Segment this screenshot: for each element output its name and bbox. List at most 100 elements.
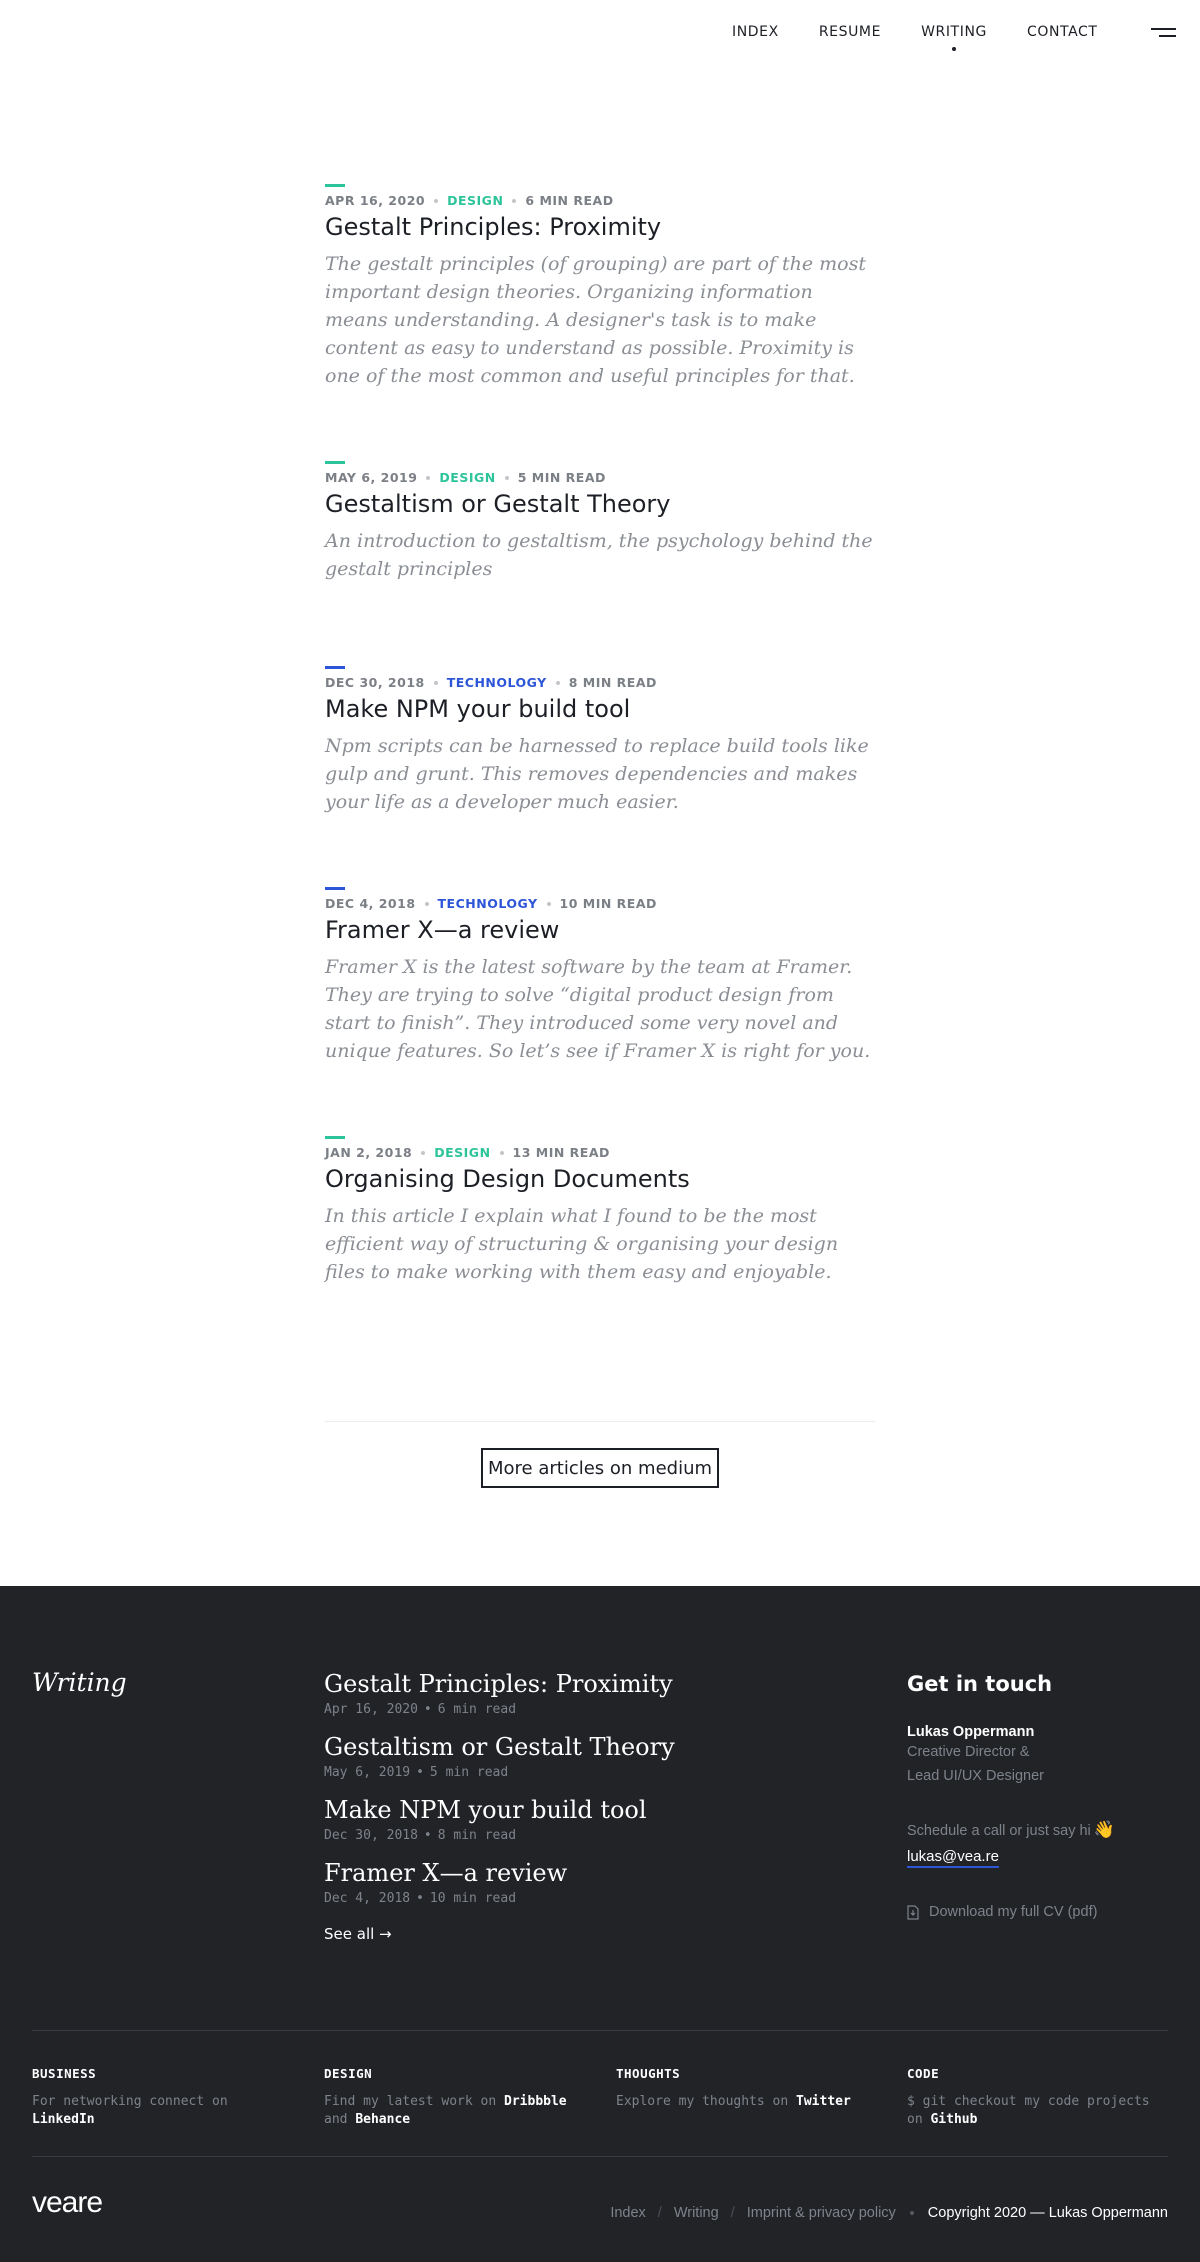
article-title[interactable]: Framer X—a review xyxy=(325,915,875,945)
category-accent-bar xyxy=(325,666,345,669)
contact-heading: Get in touch xyxy=(907,1672,1053,1696)
behance-link[interactable]: Behance xyxy=(355,2112,410,2127)
article-item[interactable]: DEC 4, 2018 TECHNOLOGY 10 MIN READ Framer … xyxy=(325,887,875,1065)
schedule-text: Schedule a call or just say hi 👋 xyxy=(907,1820,1167,1840)
article-category[interactable]: DESIGN xyxy=(447,193,503,208)
footer-col-thoughts: THOUGHTS Explore my thoughts on Twitter xyxy=(616,2066,876,2111)
nav-resume[interactable]: RESUME xyxy=(819,24,881,40)
article-title[interactable]: Gestaltism or Gestalt Theory xyxy=(325,489,875,519)
footer-post-item[interactable]: Gestalt Principles: Proximity Apr 16, 20… xyxy=(324,1670,824,1733)
footer-post-date: Apr 16, 2020 xyxy=(324,1702,418,1717)
footer-col-design: DESIGN Find my latest work on Dribbble a… xyxy=(324,2066,584,2129)
article-item[interactable]: JAN 2, 2018 DESIGN 13 MIN READ Organising … xyxy=(325,1136,875,1286)
more-articles-button[interactable]: More articles on medium xyxy=(481,1448,719,1488)
meta-dot-icon xyxy=(555,680,560,685)
footer-bottom-links: Index / Writing / Imprint & privacy poli… xyxy=(610,2205,1168,2221)
meta-dot-icon xyxy=(426,475,431,480)
article-excerpt: An introduction to gestaltism, the psych… xyxy=(325,530,873,580)
nav-index[interactable]: INDEX xyxy=(732,24,779,40)
copyright-text: Copyright 2020 — Lukas Oppermann xyxy=(927,2205,1168,2221)
article-item[interactable]: DEC 30, 2018 TECHNOLOGY 8 MIN READ Make NP… xyxy=(325,666,875,816)
footer-col-heading: BUSINESS xyxy=(32,2066,97,2081)
article-meta: MAY 6, 2019 DESIGN 5 MIN READ xyxy=(325,470,875,485)
article-read-time: 8 MIN READ xyxy=(568,675,657,690)
linkedin-link[interactable]: LinkedIn xyxy=(32,2112,95,2127)
footer-col-text: Find my latest work on Dribbble and Beha… xyxy=(324,2094,567,2127)
footer-col-heading: CODE xyxy=(907,2066,940,2081)
meta-separator: • xyxy=(423,1702,432,1717)
footer-col-business: BUSINESS For networking connect on Linke… xyxy=(32,2066,292,2129)
meta-dot-icon xyxy=(424,901,429,906)
meta-separator: • xyxy=(416,1765,424,1780)
footer-col-heading: DESIGN xyxy=(324,2066,373,2081)
footer-post-item[interactable]: Make NPM your build tool Dec 30, 2018 • 8 … xyxy=(324,1796,824,1859)
footer-post-date: Dec 4, 2018 xyxy=(324,1891,411,1906)
article-title[interactable]: Gestalt Principles: Proximity xyxy=(325,212,875,242)
meta-separator: • xyxy=(416,1891,424,1906)
article-read-time: 10 MIN READ xyxy=(559,896,657,911)
footer-link-imprint[interactable]: Imprint & privacy policy xyxy=(747,2205,896,2221)
contact-name: Lukas Oppermann xyxy=(907,1724,1035,1740)
main-nav: INDEX RESUME WRITING CONTACT xyxy=(732,24,1138,51)
article-read-time: 5 MIN READ xyxy=(517,470,606,485)
footer-link-writing[interactable]: Writing xyxy=(674,2205,719,2221)
article-item[interactable]: MAY 6, 2019 DESIGN 5 MIN READ Gestaltism o… xyxy=(325,461,875,583)
article-item[interactable]: APR 16, 2020 DESIGN 6 MIN READ Gestalt Pri… xyxy=(325,184,875,390)
article-category[interactable]: TECHNOLOGY xyxy=(447,675,547,690)
waving-hand-icon: 👋 xyxy=(1093,1820,1115,1839)
article-category[interactable]: DESIGN xyxy=(439,470,495,485)
footer-post-item[interactable]: Gestaltism or Gestalt Theory May 6, 2019… xyxy=(324,1733,824,1796)
contact-block: Get in touch Lukas Oppermann Creative Di… xyxy=(907,1672,1167,1920)
separator-dot-icon xyxy=(909,2211,914,2215)
footer-divider xyxy=(32,2156,1168,2157)
article-category[interactable]: DESIGN xyxy=(434,1145,490,1160)
list-divider xyxy=(325,1421,875,1422)
meta-dot-icon xyxy=(546,901,551,906)
footer-post-title[interactable]: Gestaltism or Gestalt Theory xyxy=(324,1733,824,1761)
meta-dot-icon xyxy=(499,1150,504,1155)
footer-post-item[interactable]: Framer X—a review Dec 4, 2018 • 10 min rea… xyxy=(324,1859,824,1922)
download-cv-link[interactable]: Download my full CV (pdf) xyxy=(907,1904,1167,1920)
nav-writing[interactable]: WRITING xyxy=(921,24,987,51)
footer-post-title[interactable]: Make NPM your build tool xyxy=(324,1796,824,1824)
footer-post-meta: Apr 16, 2020 • 6 min read xyxy=(324,1702,824,1717)
twitter-link[interactable]: Twitter xyxy=(796,2094,851,2109)
article-excerpt: The gestalt principles (of grouping) are… xyxy=(325,253,866,387)
category-accent-bar xyxy=(325,461,345,464)
article-title[interactable]: Organising Design Documents xyxy=(325,1164,875,1194)
article-meta: DEC 30, 2018 TECHNOLOGY 8 MIN READ xyxy=(325,675,875,690)
category-accent-bar xyxy=(325,1136,345,1139)
article-meta: DEC 4, 2018 TECHNOLOGY 10 MIN READ xyxy=(325,896,875,911)
article-category[interactable]: TECHNOLOGY xyxy=(438,896,538,911)
article-meta: APR 16, 2020 DESIGN 6 MIN READ xyxy=(325,193,875,208)
footer-post-title[interactable]: Gestalt Principles: Proximity xyxy=(324,1670,824,1698)
article-date: MAY 6, 2019 xyxy=(325,470,418,485)
footer-col-text: For networking connect on LinkedIn xyxy=(32,2094,228,2127)
meta-separator: • xyxy=(423,1828,432,1843)
github-link[interactable]: Github xyxy=(930,2112,977,2127)
link-separator: / xyxy=(730,2205,735,2221)
article-list: APR 16, 2020 DESIGN 6 MIN READ Gestalt Pri… xyxy=(0,64,1200,1586)
meta-dot-icon xyxy=(421,1150,426,1155)
article-date: DEC 4, 2018 xyxy=(325,896,416,911)
article-excerpt: In this article I explain what I found t… xyxy=(325,1205,839,1283)
dribbble-link[interactable]: Dribbble xyxy=(504,2094,567,2109)
category-accent-bar xyxy=(325,184,345,187)
footer-col-code: CODE $ git checkout my code projects on … xyxy=(907,2066,1167,2129)
meta-dot-icon xyxy=(512,198,517,203)
veare-logo[interactable]: veare xyxy=(32,2186,103,2220)
category-accent-bar xyxy=(325,887,345,890)
article-title[interactable]: Make NPM your build tool xyxy=(325,694,875,724)
footer-link-index[interactable]: Index xyxy=(610,2205,645,2221)
footer-post-read-time: 10 min read xyxy=(429,1891,517,1906)
nav-contact[interactable]: CONTACT xyxy=(1027,24,1098,40)
footer-post-meta: Dec 30, 2018 • 8 min read xyxy=(324,1828,824,1843)
site-header: INDEX RESUME WRITING CONTACT xyxy=(0,0,1200,64)
download-cv-label: Download my full CV (pdf) xyxy=(929,1904,1098,1920)
article-meta: JAN 2, 2018 DESIGN 13 MIN READ xyxy=(325,1145,875,1160)
email-link[interactable]: lukas@vea.re xyxy=(907,1848,999,1868)
footer-post-meta: May 6, 2019 • 5 min read xyxy=(324,1765,824,1780)
footer-post-title[interactable]: Framer X—a review xyxy=(324,1859,824,1887)
see-all-link[interactable]: See all → xyxy=(324,1925,824,1943)
hamburger-menu-icon[interactable] xyxy=(1151,28,1176,38)
